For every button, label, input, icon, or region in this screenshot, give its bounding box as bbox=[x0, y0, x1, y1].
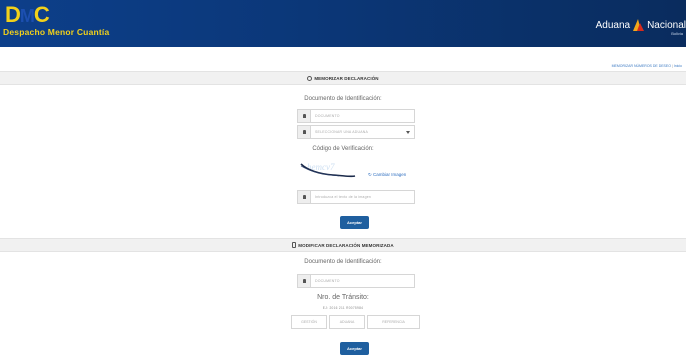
accept-button[interactable]: Aceptar bbox=[340, 216, 369, 229]
aduana-select-value: SELECCIONAR UNA ADUANA bbox=[315, 130, 369, 134]
brand-text-part2: Nacional bbox=[647, 19, 686, 31]
aduana-select[interactable]: SELECCIONAR UNA ADUANA bbox=[297, 125, 415, 139]
section-modify-title: MODIFICAR DECLARACIÓN MEMORIZADA bbox=[298, 242, 394, 248]
section-modify-header: MODIFICAR DECLARACIÓN MEMORIZADA bbox=[0, 238, 686, 252]
home-link[interactable]: Inicio bbox=[674, 64, 682, 68]
refresh-captcha-link[interactable]: ↻ Cambiar Imagen bbox=[368, 172, 406, 178]
lock-icon bbox=[298, 126, 311, 138]
doc-id-label: Documento de Identificación: bbox=[304, 96, 382, 102]
aduana-input[interactable]: ADUANA bbox=[329, 315, 365, 329]
captcha-input[interactable]: Introduzca el texto de la imagen bbox=[297, 190, 415, 204]
captcha-placeholder: Introduzca el texto de la imagen bbox=[315, 195, 372, 199]
circle-plus-icon bbox=[307, 75, 313, 81]
aduana-placeholder: ADUANA bbox=[339, 320, 355, 324]
refresh-icon: ↻ bbox=[368, 172, 372, 177]
app-header: DMC Despacho Menor Cuantía Aduana Nacion… bbox=[0, 0, 686, 47]
doc-id-placeholder-2: DOCUMENTO bbox=[315, 279, 340, 283]
doc-id-input-2[interactable]: DOCUMENTO bbox=[297, 274, 415, 288]
referencia-placeholder: REFERENCIA bbox=[382, 320, 405, 324]
section-memorize-header: MEMORIZAR DECLARACIÓN bbox=[0, 71, 686, 85]
section-memorize-title: MEMORIZAR DECLARACIÓN bbox=[314, 75, 379, 81]
refresh-captcha-label: Cambiar Imagen bbox=[373, 172, 407, 177]
aduana-flag-icon bbox=[633, 19, 645, 31]
logo-subtitle: Despacho Menor Cuantía bbox=[3, 27, 110, 37]
captcha-label: Código de Verificación: bbox=[312, 146, 374, 152]
brand-sub: Bolivia bbox=[671, 31, 683, 36]
captcha-image: hemcv7 bbox=[299, 158, 357, 180]
brand-text-part1: Aduana bbox=[595, 19, 631, 31]
lock-icon bbox=[298, 275, 311, 287]
chevron-down-icon bbox=[406, 131, 410, 134]
doc-id-input[interactable]: DOCUMENTO bbox=[297, 109, 415, 123]
aduana-brand[interactable]: Aduana Nacional bbox=[596, 19, 686, 31]
dmc-logo[interactable]: DMC bbox=[5, 2, 50, 27]
accept-button-2[interactable]: Aceptar bbox=[340, 342, 369, 355]
top-nav-links: MEMORIZAR NÚMEROS DE DESEO | Inicio bbox=[611, 64, 682, 68]
doc-id-placeholder: DOCUMENTO bbox=[315, 114, 340, 118]
referencia-input[interactable]: REFERENCIA bbox=[367, 315, 420, 329]
transit-hint: EJ: 2016 211 R0075984 bbox=[322, 306, 364, 310]
gestion-input[interactable]: GESTIÓN bbox=[291, 315, 327, 329]
document-icon bbox=[292, 242, 297, 248]
logo-letter-c: C bbox=[33, 2, 50, 27]
logo-letter-d: D bbox=[5, 2, 21, 27]
lock-icon bbox=[298, 110, 311, 122]
gestion-placeholder: GESTIÓN bbox=[301, 320, 317, 324]
doc-id-label-2: Documento de Identificación: bbox=[304, 259, 382, 265]
logo-letter-m: M bbox=[19, 6, 35, 26]
lock-icon bbox=[298, 191, 311, 203]
transit-label: Nro. de Tránsito: bbox=[317, 294, 369, 301]
memorize-numbers-link[interactable]: MEMORIZAR NÚMEROS DE DESEO bbox=[612, 64, 671, 68]
